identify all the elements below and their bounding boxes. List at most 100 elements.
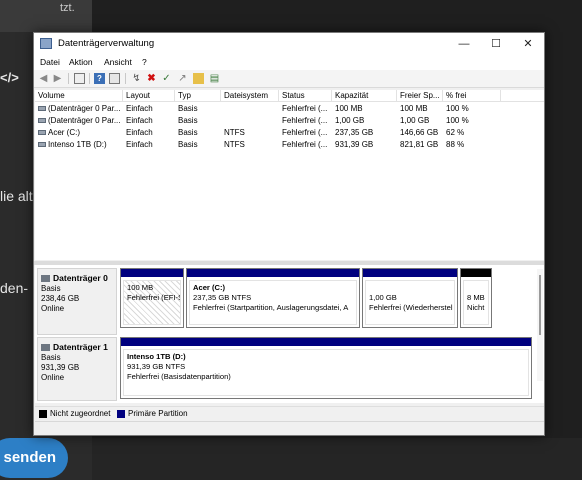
kapazitaet-cell: 237,35 GB <box>335 128 374 137</box>
disk-type: Basis <box>41 353 61 362</box>
help-icon[interactable]: ? <box>94 73 105 84</box>
partition-efi[interactable]: 100 MB Fehlerfrei (EFI-S <box>120 268 184 328</box>
toolbar-separator <box>89 73 90 84</box>
background-code-icon: </> <box>0 70 19 85</box>
volume-list: Volume Layout Typ Dateisystem Status Kap… <box>35 90 544 260</box>
partition-body: Acer (C:) 237,35 GB NTFS Fehlerfrei (Sta… <box>189 280 357 325</box>
status-cell: Fehlerfrei (... <box>282 140 328 149</box>
partition-intenso-d[interactable]: Intenso 1TB (D:) 931,39 GB NTFS Fehlerfr… <box>120 337 532 399</box>
menu-ansicht[interactable]: Ansicht <box>104 57 132 67</box>
properties-icon[interactable] <box>109 73 120 84</box>
volume-cell: Intenso 1TB (D:) <box>35 139 123 151</box>
disk-management-window: Datenträgerverwaltung — ☐ ✕ Datei Aktion… <box>33 32 545 436</box>
menu-help[interactable]: ? <box>142 57 147 67</box>
volume-list-header: Volume Layout Typ Dateisystem Status Kap… <box>35 90 544 102</box>
layout-cell: Einfach <box>126 116 153 125</box>
drive-icon <box>38 142 46 148</box>
partition-cap <box>187 269 359 277</box>
table-row[interactable]: (Datenträger 0 Par... Einfach Basis Fehl… <box>35 103 544 115</box>
partition-body: 1,00 GB Fehlerfrei (Wiederherstel <box>365 280 455 325</box>
background-text-alt: lie alt <box>0 188 33 204</box>
send-button[interactable]: senden <box>0 438 68 478</box>
background-text-den: den- <box>0 280 29 296</box>
window-title: Datenträgerverwaltung <box>58 38 155 49</box>
dateisystem-cell: NTFS <box>224 140 245 149</box>
disk-name: Datenträger 0 <box>53 273 108 283</box>
folder-icon[interactable] <box>193 73 204 84</box>
maximize-button[interactable]: ☐ <box>480 33 512 55</box>
partition-body: 8 MB Nicht <box>463 280 489 325</box>
title-bar[interactable]: Datenträgerverwaltung — ☐ ✕ <box>34 33 544 55</box>
connect-icon[interactable]: ↯ <box>131 73 142 84</box>
partition-cap <box>461 269 491 277</box>
volume-cell: (Datenträger 0 Par... <box>35 115 123 127</box>
partition-recovery[interactable]: 1,00 GB Fehlerfrei (Wiederherstel <box>362 268 458 328</box>
dateisystem-cell <box>221 115 279 127</box>
background-header <box>0 0 92 32</box>
layout-cell: Einfach <box>126 140 153 149</box>
vertical-scrollbar[interactable] <box>537 269 543 381</box>
table-row[interactable]: Acer (C:) Einfach Basis NTFS Fehlerfrei … <box>35 127 544 139</box>
freier-speicher-cell: 146,66 GB <box>400 128 439 137</box>
column-dateisystem[interactable]: Dateisystem <box>221 90 279 101</box>
drive-icon <box>38 130 46 136</box>
checklist-icon[interactable]: ✓ <box>161 73 172 84</box>
column-typ[interactable]: Typ <box>175 90 221 101</box>
column-layout[interactable]: Layout <box>123 90 175 101</box>
freier-speicher-cell: 1,00 GB <box>400 116 430 125</box>
scrollbar-thumb[interactable] <box>539 275 541 335</box>
typ-cell: Basis <box>178 116 198 125</box>
column-freier-speicher[interactable]: Freier Sp... <box>397 90 443 101</box>
drive-icon <box>38 106 46 112</box>
legend-swatch-unallocated <box>39 410 47 418</box>
status-cell: Fehlerfrei (... <box>282 104 328 113</box>
background-footer <box>92 438 582 480</box>
prozent-frei-cell: 100 % <box>446 104 469 113</box>
disk-type: Basis <box>41 284 61 293</box>
partition-body: Intenso 1TB (D:) 931,39 GB NTFS Fehlerfr… <box>123 349 529 396</box>
column-kapazitaet[interactable]: Kapazität <box>332 90 397 101</box>
prozent-frei-cell: 62 % <box>446 128 465 137</box>
partition-unallocated[interactable]: 8 MB Nicht <box>460 268 492 328</box>
table-row[interactable]: (Datenträger 0 Par... Einfach Basis Fehl… <box>35 115 544 127</box>
disk-graphic-view: Datenträger 0 Basis 238,46 GB Online 100… <box>35 265 544 403</box>
properties-sheet-icon[interactable]: ▤ <box>209 73 220 84</box>
prozent-frei-cell: 100 % <box>446 116 469 125</box>
legend-label-primary: Primäre Partition <box>128 409 188 418</box>
freier-speicher-cell: 821,81 GB <box>400 140 439 149</box>
table-row[interactable]: Intenso 1TB (D:) Einfach Basis NTFS Fehl… <box>35 139 544 151</box>
disk-0-label[interactable]: Datenträger 0 Basis 238,46 GB Online <box>37 268 117 335</box>
list-view-icon[interactable] <box>74 73 85 84</box>
column-status[interactable]: Status <box>279 90 332 101</box>
partition-cap <box>121 338 531 346</box>
menu-bar: Datei Aktion Ansicht ? <box>34 55 544 70</box>
layout-cell: Einfach <box>126 128 153 137</box>
status-cell: Fehlerfrei (... <box>282 116 328 125</box>
partition-cap <box>121 269 183 277</box>
close-button[interactable]: ✕ <box>512 33 544 55</box>
prozent-frei-cell: 88 % <box>446 140 465 149</box>
disk-1-label[interactable]: Datenträger 1 Basis 931,39 GB Online <box>37 337 117 401</box>
back-arrow-icon[interactable]: ◀ <box>38 73 49 84</box>
disk-management-app-icon <box>40 38 52 49</box>
import-icon[interactable]: ↗ <box>177 73 188 84</box>
legend: Nicht zugeordnet Primäre Partition <box>35 406 544 421</box>
disk-name: Datenträger 1 <box>53 342 108 352</box>
background-text-top: tzt. <box>60 2 75 14</box>
column-volume[interactable]: Volume <box>35 90 123 101</box>
column-prozent-frei[interactable]: % frei <box>443 90 501 101</box>
minimize-button[interactable]: — <box>448 33 480 55</box>
partition-cap <box>363 269 457 277</box>
legend-swatch-primary <box>117 410 125 418</box>
volume-cell: Acer (C:) <box>35 127 123 139</box>
partition-acer-c[interactable]: Acer (C:) 237,35 GB NTFS Fehlerfrei (Sta… <box>186 268 360 328</box>
menu-aktion[interactable]: Aktion <box>69 57 93 67</box>
kapazitaet-cell: 931,39 GB <box>335 140 374 149</box>
forward-arrow-icon[interactable]: ▶ <box>52 73 63 84</box>
toolbar: ◀ ▶ ? ↯ ✖ ✓ ↗ ▤ <box>34 70 544 88</box>
menu-datei[interactable]: Datei <box>40 57 60 67</box>
toolbar-separator <box>125 73 126 84</box>
disk-icon <box>41 275 50 282</box>
delete-icon[interactable]: ✖ <box>146 73 157 84</box>
legend-label-unallocated: Nicht zugeordnet <box>50 409 111 418</box>
